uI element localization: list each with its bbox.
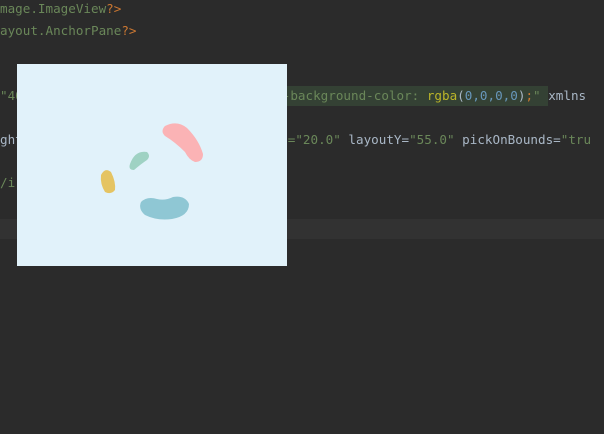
code-line-2: ayout.AnchorPane?> xyxy=(0,23,137,38)
mint-blob xyxy=(129,151,149,170)
code-line-1: mage.ImageView?> xyxy=(0,1,122,16)
code-line-5: /i xyxy=(0,175,16,190)
teal-blob xyxy=(140,196,189,220)
preview-image xyxy=(100,123,203,220)
mustard-blob xyxy=(100,170,116,194)
image-preview-popup xyxy=(17,64,287,266)
pink-blob xyxy=(162,123,203,162)
